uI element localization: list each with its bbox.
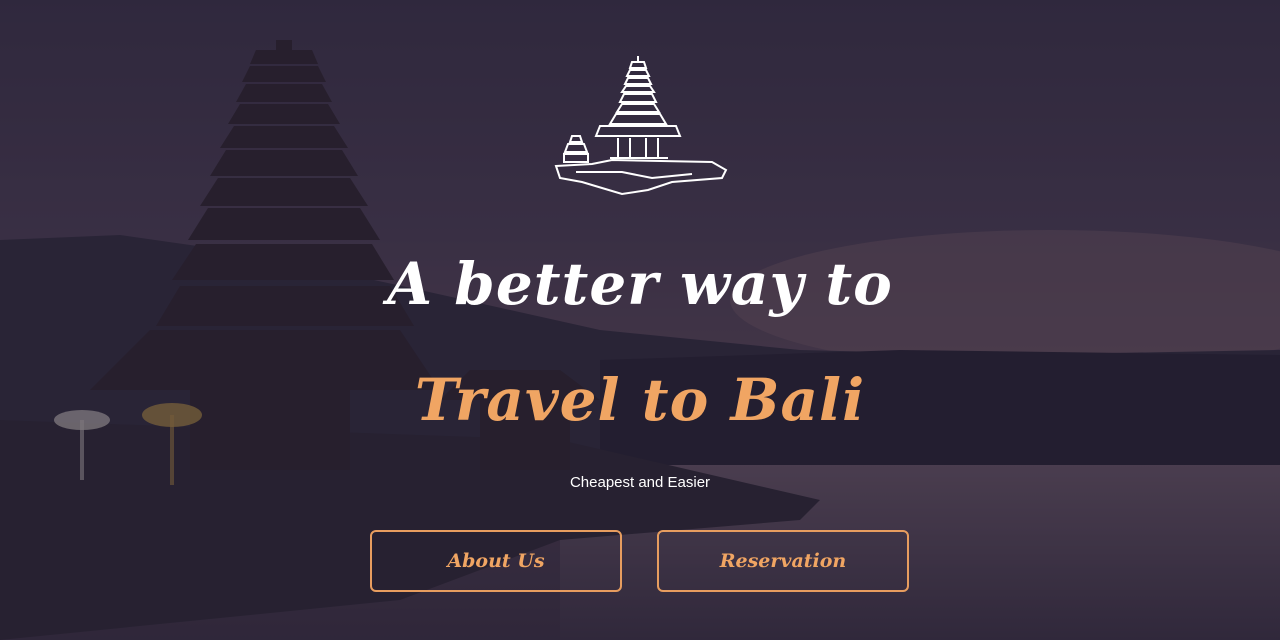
temple-logo-icon [554, 56, 728, 196]
reservation-button[interactable]: Reservation [657, 530, 909, 592]
tagline: Cheapest and Easier [569, 474, 711, 491]
headline-line2: Travel to Bali [414, 366, 866, 434]
headline-line1: A better way to [387, 250, 893, 318]
about-us-button[interactable]: About Us [370, 530, 622, 592]
hero-section: A better way to Travel to Bali Cheapest … [0, 0, 1280, 640]
